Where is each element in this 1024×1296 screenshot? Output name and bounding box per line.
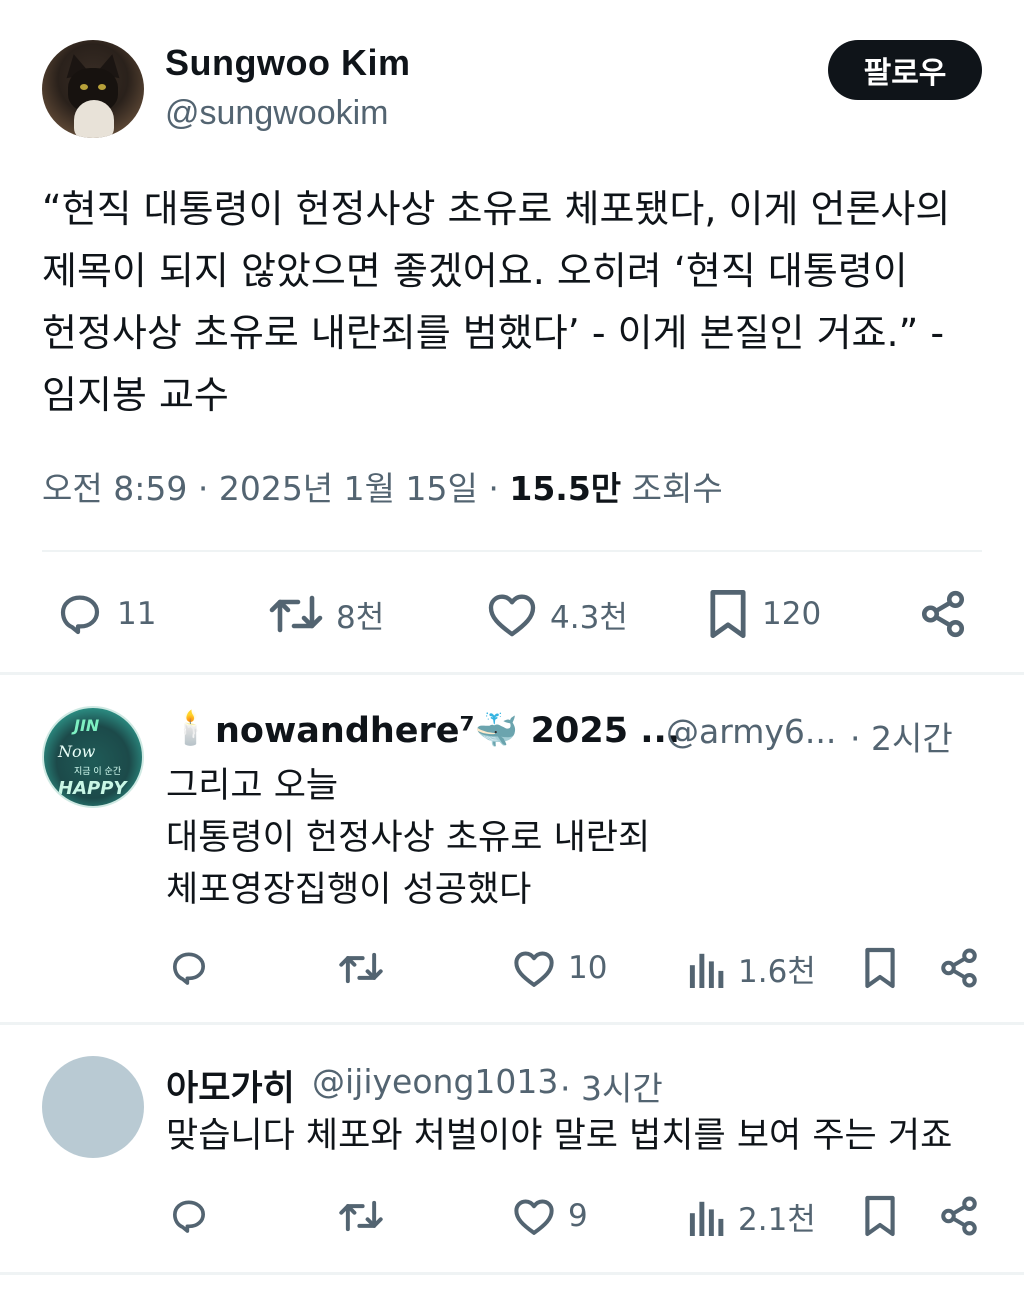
views-label: 조회수 [631,469,723,508]
speech-bubble-icon [173,952,206,985]
reply-line: 대통령이 헌정사상 초유로 내란죄 [166,818,651,858]
reply-line: 체포영장집행이 성공했다 [166,870,532,910]
bookmark-button[interactable] [862,1194,898,1238]
like-button[interactable]: 9 [512,1196,588,1236]
reply-text: 맞습니다 체포와 처벌이야 말로 법치를 보여 주는 거죠 [166,1110,952,1162]
retweet-arrows-icon [339,1200,383,1232]
share-button[interactable] [938,946,980,990]
author-handle[interactable]: @sungwookim [165,94,389,133]
tweet-meta: 오전 8:59 · 2025년 1월 15일 · 15.5만 조회수 [42,462,723,510]
tweet-time[interactable]: 오전 8:59 [42,469,187,508]
reply-line: 맞습니다 체포와 처벌이야 말로 법치를 보여 주는 거죠 [166,1116,953,1156]
views-count: 2.1천 [738,1202,816,1238]
reply-count: 11 [117,596,157,632]
tweet-date[interactable]: 2025년 1월 15일 [219,469,478,508]
like-count: 4.3천 [550,599,628,636]
bookmark-icon [865,1195,895,1237]
heart-icon [488,594,536,637]
bookmark-count: 120 [762,596,822,632]
author-name[interactable]: Sungwoo Kim [165,42,410,84]
reply-author-handle[interactable]: @ijiyeong1013 [312,1062,558,1101]
views-count: 1.6천 [738,954,816,990]
tweet-text: “현직 대통령이 헌정사상 초유로 체포됐다, 이게 언론사의 제목이 되지 않… [42,187,951,417]
reply-line: 그리고 오늘 [166,766,339,806]
bookmark-button[interactable] [862,946,898,990]
retweet-arrows-icon [339,952,383,984]
meta-separator: · [197,469,209,508]
reply-button[interactable]: 11 [55,590,156,638]
reply-author-name[interactable]: nowandhere⁷🐳 2025 ... [215,710,680,751]
retweet-button[interactable] [338,948,384,988]
avatar-text: 지금 이 순간 [74,767,122,777]
author-avatar[interactable] [42,40,144,138]
views-button[interactable]: 2.1천 [688,1194,816,1239]
retweet-button[interactable]: 8천 [268,590,384,638]
reply-text: 그리고 오늘 대통령이 헌정사상 초유로 내란죄 체포영장집행이 성공했다 [166,760,650,916]
candle-emoji: 🕯️ [170,708,212,747]
reply-author-handle[interactable]: @army6... [666,712,836,751]
reply-avatar[interactable]: JIN Now 지금 이 순간 HAPPY [42,706,144,808]
heart-icon [514,951,554,987]
reply-avatar[interactable] [42,1056,144,1158]
like-count: 9 [568,1198,588,1234]
divider [0,672,1024,675]
share-icon [941,948,977,988]
bookmark-icon [865,947,895,989]
reply-author-name[interactable]: 아모가히 [166,1060,295,1111]
avatar-text: JIN [74,716,100,735]
speech-bubble-icon [60,595,100,635]
share-icon [921,590,965,638]
views-count: 15.5만 [509,469,622,508]
reply-button[interactable] [168,948,210,988]
cat-eye [98,84,106,90]
reply-button[interactable] [168,1196,210,1236]
bar-chart-icon [689,1201,724,1236]
like-button[interactable]: 4.3천 [486,590,628,638]
meta-separator: · [488,469,499,508]
retweet-button[interactable] [338,1196,384,1236]
retweet-count: 8천 [336,599,385,636]
bar-chart-icon [689,953,724,988]
cat-eye [80,84,88,90]
share-button[interactable] [918,588,968,640]
avatar-text: Now [58,742,96,761]
avatar-text: HAPPY [58,778,127,799]
heart-icon [514,1199,554,1235]
share-icon [941,1196,977,1236]
divider [0,1022,1024,1025]
bookmark-icon [710,589,746,639]
tweet-detail-page: Sungwoo Kim @sungwookim 팔로우 “현직 대통령이 헌정사… [0,0,1024,1296]
cat-chest [74,100,114,138]
views-button[interactable]: 1.6천 [688,946,816,991]
reply-time[interactable]: · 3시간 [560,1062,663,1110]
retweet-arrows-icon [269,595,323,633]
follow-button[interactable]: 팔로우 [828,40,982,100]
speech-bubble-icon [173,1200,206,1233]
reply-time[interactable]: · 2시간 [850,712,953,760]
share-button[interactable] [938,1194,980,1238]
like-button[interactable]: 10 [512,948,607,988]
like-count: 10 [568,950,608,986]
bookmark-button[interactable]: 120 [706,588,821,640]
divider [42,550,982,552]
divider [0,1272,1024,1275]
